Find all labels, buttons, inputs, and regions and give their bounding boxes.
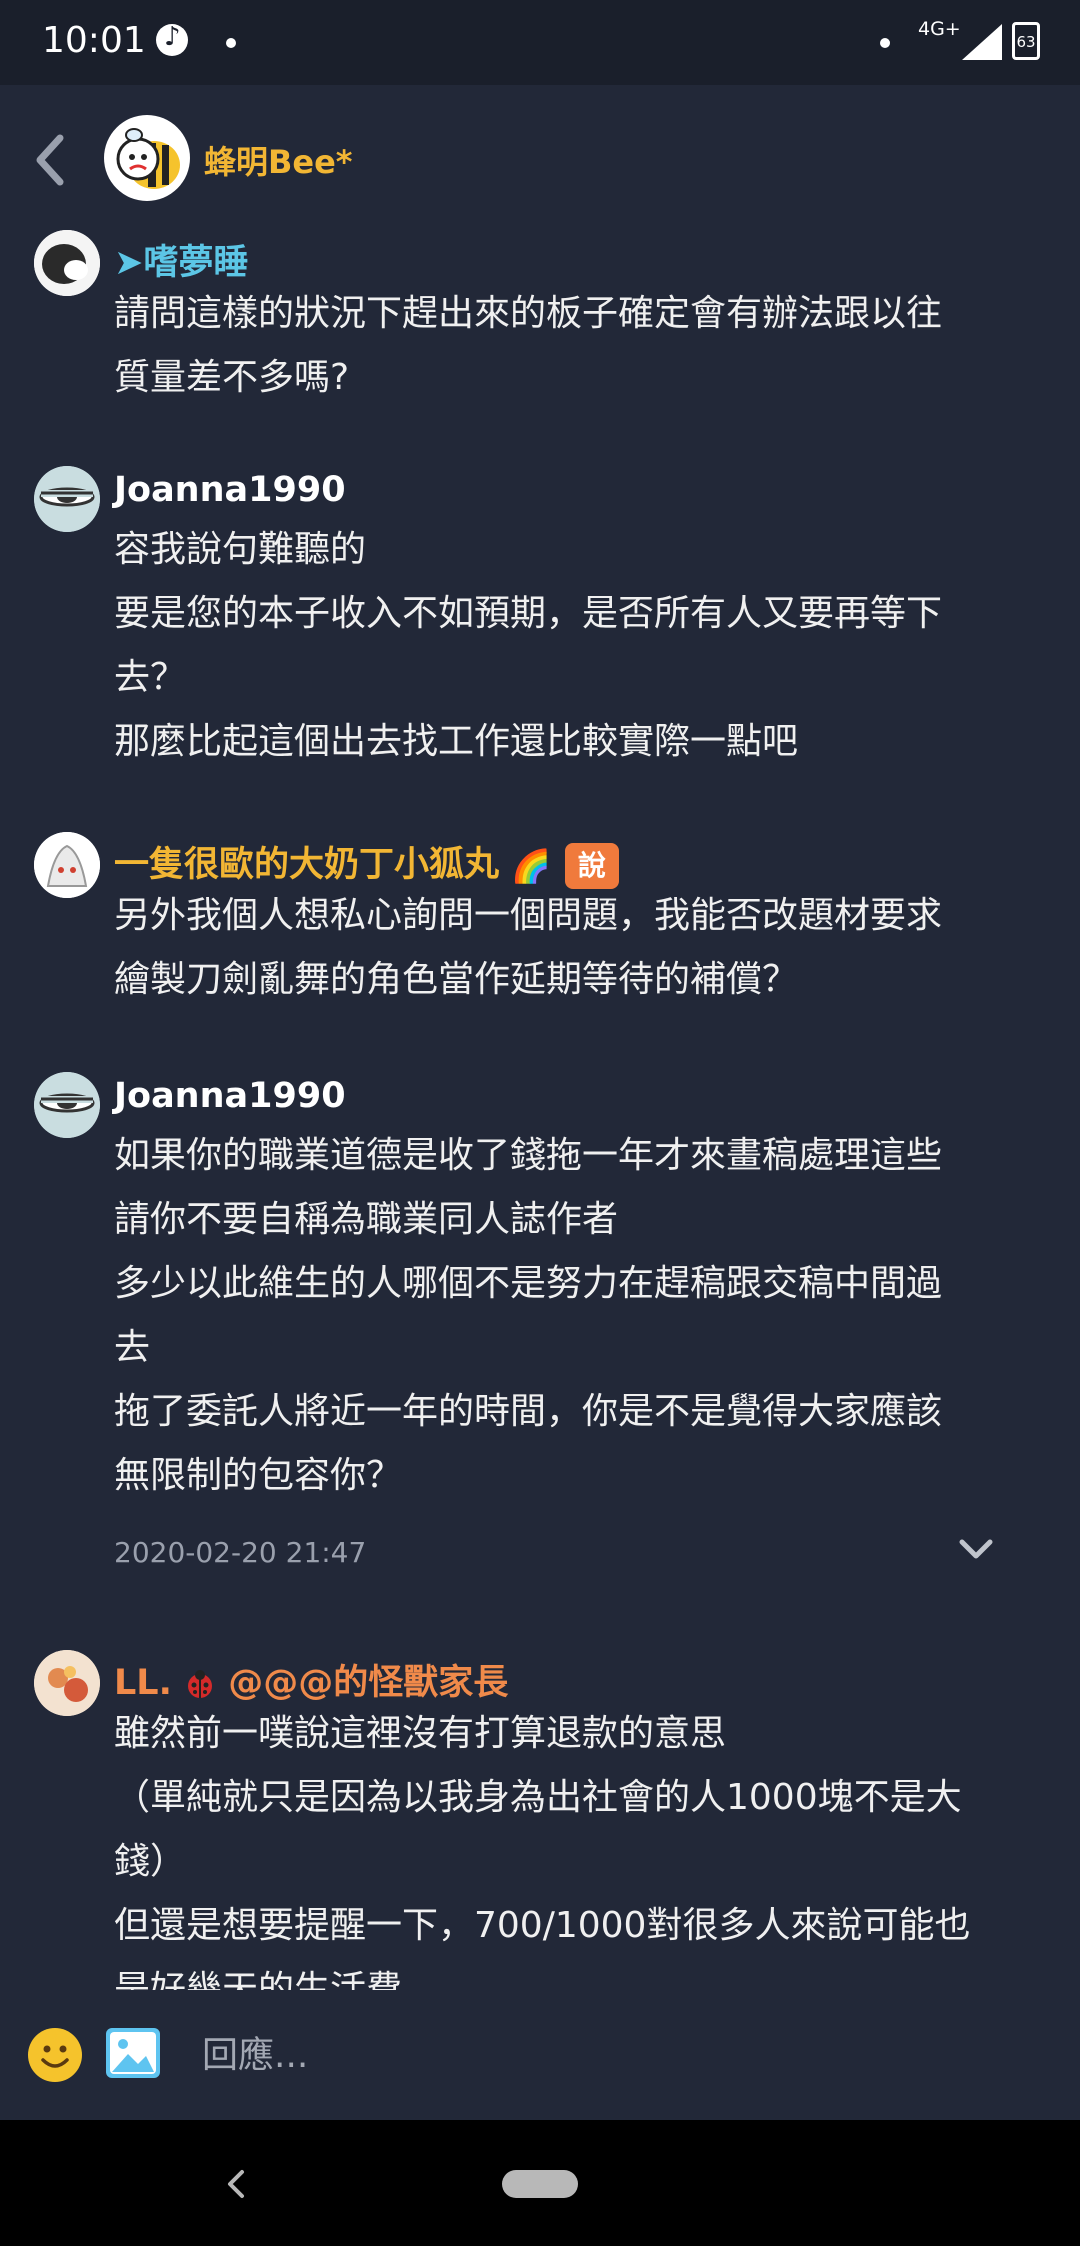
- eye-avatar-icon: [34, 1072, 100, 1138]
- response-text-line: 另外我個人想私心詢問一個問題，我能否改題材要求: [114, 895, 943, 936]
- rainbow-emoji: 🌈: [511, 847, 551, 885]
- user-avatar[interactable]: [34, 1072, 100, 1138]
- plurk-header: 蜂明Bee*: [0, 85, 1080, 235]
- response-text-line: 質量差不多嗎?: [114, 357, 350, 398]
- ladybug-icon: [188, 1670, 213, 1698]
- response-text-line: 如果你的職業道德是收了錢拖一年才來畫稿處理這些: [114, 1135, 943, 1176]
- fox-avatar-icon: [34, 832, 100, 898]
- response-author-suffix[interactable]: @@@的怪獸家長: [228, 1663, 508, 1703]
- user-avatar[interactable]: [34, 1650, 100, 1716]
- user-avatar[interactable]: [34, 230, 100, 296]
- network-type: 4G+: [918, 18, 961, 40]
- response-content: 另外我個人想私心詢問一個問題，我能否改題材要求 繪製刀劍亂舞的角色當作延期等待的…: [114, 884, 1034, 1012]
- response-text-line: 請問這樣的狀況下趕出來的板子確定會有辦法跟以往: [114, 293, 943, 334]
- nav-home-pill[interactable]: [502, 2170, 578, 2198]
- status-bar: 10:01 4G+ 63: [0, 0, 1080, 85]
- response-author-name[interactable]: 一隻很歐的大奶丁小狐丸: [114, 845, 499, 885]
- response-content: 請問這樣的狀況下趕出來的板子確定會有辦法跟以往 質量差不多嗎?: [114, 282, 1034, 410]
- response-text-line: （單純就只是因為以我身為出社會的人1000塊不是大: [114, 1777, 962, 1818]
- response-text-line: 去？: [114, 657, 187, 698]
- smiley-icon: [41, 2045, 69, 2068]
- response-text-line: 雖然前一噗說這裡沒有打算退款的意思: [114, 1713, 727, 1754]
- response-content: 如果你的職業道德是收了錢拖一年才來畫稿處理這些 請你不要自稱為職業同人誌作者 多…: [114, 1124, 1034, 1508]
- status-time: 10:01: [42, 20, 146, 61]
- avatar-icon: [34, 1650, 100, 1716]
- user-avatar[interactable]: [34, 832, 100, 898]
- reply-bar: [0, 1990, 1080, 2120]
- response-author-prefix[interactable]: LL.: [114, 1663, 172, 1703]
- response-author[interactable]: Joanna1990: [114, 1076, 346, 1116]
- response-text-line: 請你不要自稱為職業同人誌作者: [114, 1199, 619, 1240]
- response-text-line: 但還是想要提醒一下，700/1000對很多人來說可能也: [114, 1905, 971, 1946]
- plurk-owner-name[interactable]: 蜂明Bee*: [204, 137, 353, 183]
- response-author[interactable]: Joanna1990: [114, 470, 346, 510]
- bee-avatar[interactable]: [104, 115, 190, 201]
- response-text-line: 那麼比起這個出去找工作還比較實際一點吧: [114, 721, 799, 762]
- response-list[interactable]: ➤嗜夢睡 請問這樣的狀況下趕出來的板子確定會有辦法跟以往 質量差不多嗎? Joa…: [0, 230, 1080, 1990]
- user-avatar[interactable]: [34, 466, 100, 532]
- eye-avatar-icon: [34, 466, 100, 532]
- nav-back-button[interactable]: [220, 2164, 250, 2204]
- music-notification-icon: [156, 22, 188, 56]
- back-button[interactable]: [28, 130, 78, 190]
- bee-icon: [116, 128, 180, 189]
- response-content: 雖然前一噗說這裡沒有打算退款的意思 （單純就只是因為以我身為出社會的人1000塊…: [114, 1702, 1034, 1990]
- response-author[interactable]: LL. @@@的怪獸家長: [114, 1654, 508, 1705]
- emoji-button[interactable]: [28, 2028, 82, 2082]
- response-text-line: 拖了委託人將近一年的時間，你是不是覺得大家應該: [114, 1391, 943, 1432]
- response-author[interactable]: 一隻很歐的大奶丁小狐丸 🌈 說: [114, 836, 619, 889]
- battery-icon: 63: [1012, 22, 1040, 60]
- chevron-down-icon[interactable]: [956, 1536, 996, 1564]
- response-text-line: 要是您的本子收入不如預期，是否所有人又要再等下: [114, 593, 943, 634]
- qualifier-badge: 說: [564, 843, 619, 889]
- battery-level: 63: [1016, 33, 1036, 51]
- signal-icon: [962, 24, 1002, 60]
- response-text-line: 繪製刀劍亂舞的角色當作延期等待的補償？: [114, 959, 799, 1000]
- image-icon: [110, 2032, 156, 2074]
- response-text-line: 是好幾天的生活費: [114, 1969, 403, 1990]
- response-content: 容我說句難聽的 要是您的本子收入不如預期，是否所有人又要再等下 去？ 那麼比起這…: [114, 518, 1034, 774]
- system-nav-bar: [0, 2120, 1080, 2246]
- response-text-line: 無限制的包容你？: [114, 1455, 403, 1496]
- notification-dot-icon: [880, 38, 890, 48]
- reply-input[interactable]: [200, 2024, 1024, 2086]
- response-author[interactable]: ➤嗜夢睡: [114, 234, 248, 285]
- avatar-icon: [34, 230, 100, 296]
- response-timestamp: 2020-02-20 21:47: [114, 1536, 367, 1569]
- response-text-line: 多少以此維生的人哪個不是努力在趕稿跟交稿中間過: [114, 1263, 943, 1304]
- response-text-line: 容我說句難聽的: [114, 529, 367, 570]
- response-text-line: 去: [114, 1327, 151, 1368]
- image-upload-button[interactable]: [106, 2028, 160, 2078]
- notification-dot-icon: [226, 38, 236, 48]
- response-text-line: 錢）: [114, 1841, 187, 1882]
